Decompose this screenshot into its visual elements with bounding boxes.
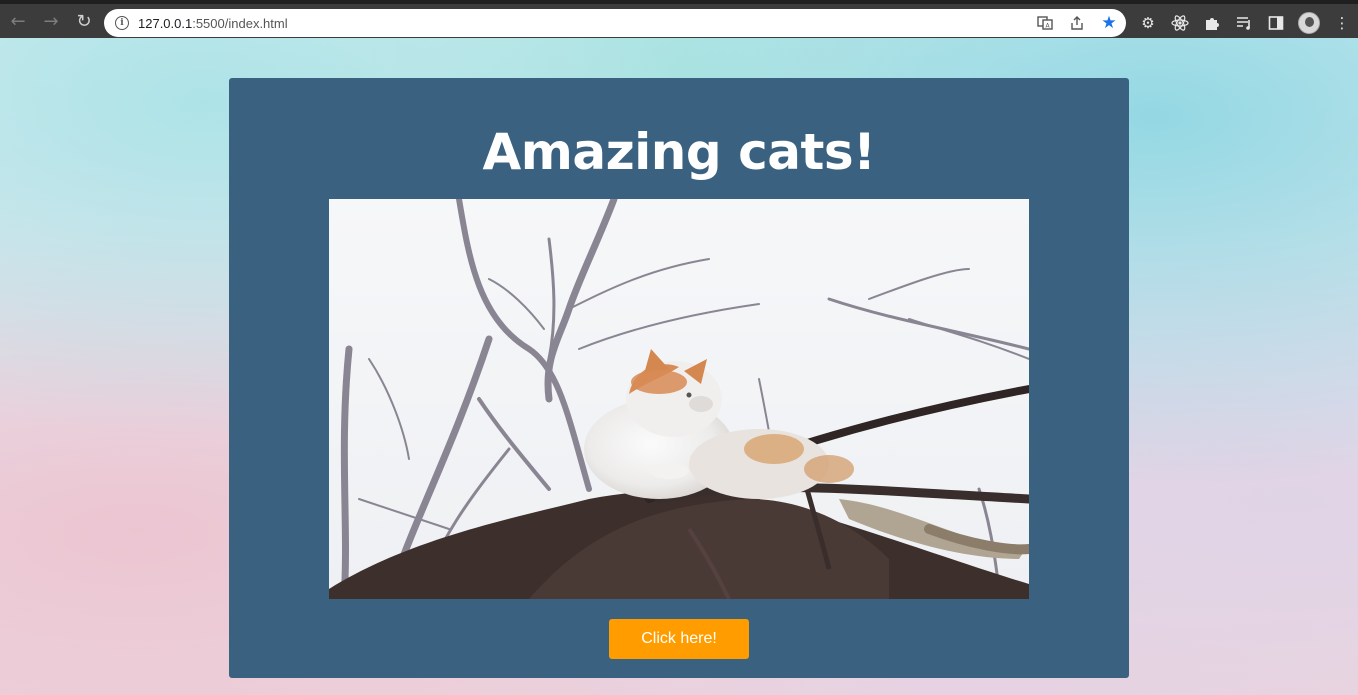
cat-photo	[329, 199, 1029, 599]
star-icon[interactable]: ★	[1100, 13, 1118, 33]
side-panel-icon[interactable]	[1266, 13, 1286, 33]
url-host: 127.0.0.1	[138, 15, 193, 31]
reload-button[interactable]: ↻	[69, 6, 99, 36]
puzzle-icon[interactable]	[1202, 13, 1222, 33]
address-bar[interactable]: i 127.0.0.1:5500/index.html A ★	[104, 9, 1126, 37]
page-viewport: Amazing cats! Click here!	[0, 38, 1358, 695]
share-icon[interactable]	[1068, 14, 1086, 32]
reload-icon: ↻	[76, 10, 92, 32]
info-icon[interactable]: i	[115, 16, 129, 30]
avatar[interactable]	[1298, 12, 1320, 34]
reading-list-icon[interactable]	[1234, 13, 1254, 33]
arrow-left-icon: ←	[10, 10, 26, 32]
content-card: Amazing cats! Click here!	[229, 78, 1129, 678]
gear-icon[interactable]: ⚙	[1138, 13, 1158, 33]
browser-toolbar: ← → ↻ i 127.0.0.1:5500/index.html A ★ ⚙	[0, 0, 1358, 38]
react-icon[interactable]	[1170, 13, 1190, 33]
back-button[interactable]: ←	[3, 6, 33, 36]
forward-button[interactable]: →	[36, 6, 66, 36]
page-title: Amazing cats!	[482, 123, 876, 181]
kebab-menu-icon[interactable]: ⋮	[1332, 13, 1352, 33]
url-text[interactable]: 127.0.0.1:5500/index.html	[138, 16, 288, 31]
url-path: :5500/index.html	[192, 15, 288, 31]
extension-toolbar: ⚙ ⋮	[1138, 8, 1352, 38]
translate-icon[interactable]: A	[1036, 14, 1054, 32]
arrow-right-icon: →	[43, 10, 59, 32]
omnibox-actions: A ★	[1036, 9, 1118, 37]
click-here-button[interactable]: Click here!	[609, 619, 749, 659]
